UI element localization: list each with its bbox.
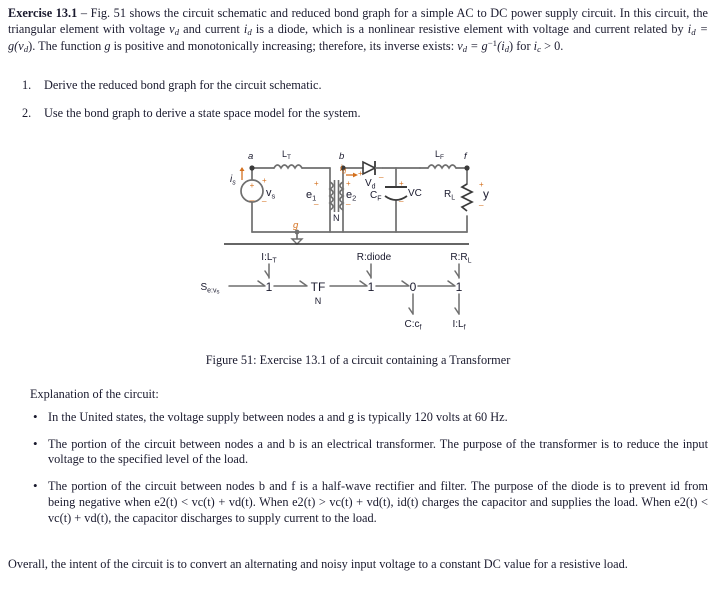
intro-text-4: is positive and monotonically increasing… [110, 39, 458, 54]
label-RL: RL [444, 189, 455, 201]
label-CF: CF [370, 190, 382, 202]
polarity-plus-y: + [479, 180, 484, 189]
label-LT: LT [282, 149, 291, 161]
label-vs: vs [266, 187, 276, 201]
inductor-LT-coil [273, 164, 303, 170]
bondgraph-half-arrows [257, 270, 460, 315]
bondgraph-element-I-Lf: I:Lf [452, 319, 465, 331]
exercise-intro-paragraph: Exercise 13.1 – Fig. 51 shows the circui… [8, 6, 708, 56]
task-list: 1. Derive the reduced bond graph for the… [8, 78, 708, 133]
eq2-mid: = g [467, 39, 488, 54]
label-N-turns: N [333, 213, 340, 223]
exercise-label: Exercise 13.1 [8, 6, 78, 20]
polarity-minus-vs: _ [261, 193, 267, 202]
polarity-plus-e2: + [346, 179, 351, 188]
overall-summary-paragraph: Overall, the intent of the circuit is to… [8, 557, 628, 571]
bondgraph-junction-0: 0 [410, 280, 417, 294]
capacitor-symbol [384, 186, 408, 201]
node-dot-f [464, 165, 470, 171]
eq2-exponent: −1 [487, 38, 498, 49]
bondgraph-bonds [228, 263, 460, 315]
intro-text-3: is a diode, which is a nonlinear resisti… [251, 21, 688, 36]
task-number: 2. [22, 105, 32, 120]
list-item: • The portion of the circuit between nod… [30, 435, 708, 468]
bondgraph-junction-1c: 1 [456, 280, 463, 294]
bondgraph-junction-1a: 1 [266, 280, 273, 294]
polarity-plus-vs: + [262, 176, 267, 185]
node-label-g: g [293, 220, 299, 231]
circuit-and-bondgraph-svg: + _ a b f g LT LF is vs e1 e2 N id Vd CF… [200, 149, 489, 331]
polarity-minus-e2: _ [345, 196, 351, 205]
task-number: 1. [22, 78, 32, 92]
eq1-end: ). The function [28, 39, 105, 54]
inductor-LF-coil [427, 164, 457, 170]
bullet-text-united-states: In the United states, the voltage supply… [48, 410, 508, 424]
bullet-icon: • [33, 478, 38, 494]
bondgraph-element-R-diode: R:diode [357, 252, 392, 263]
bondgraph-source-label: Se:vs [200, 282, 219, 295]
label-VC: VC [408, 188, 422, 199]
bondgraph-element-C-Cf: C:cf [405, 319, 422, 331]
label-is: is [230, 174, 236, 187]
bondgraph-element-I-LT: I:LT [261, 252, 277, 264]
eq2-rest: (i [497, 39, 505, 54]
node-dot-a [249, 165, 255, 171]
source-current-arrow-icon [239, 167, 245, 180]
polarity-minus-vc: _ [398, 193, 404, 202]
source-plus-icon: + [250, 181, 255, 190]
label-LF: LF [435, 149, 444, 161]
bullet-icon: • [33, 409, 38, 424]
resistor-RL-symbol [460, 183, 474, 212]
task-text: Use the bond graph to derive a state spa… [44, 105, 361, 120]
eq2-end: > 0. [541, 39, 564, 54]
list-item: • The portion of the circuit between nod… [30, 478, 708, 526]
explanation-bullet-list: • In the United states, the voltage supp… [30, 409, 708, 537]
list-item: 2. Use the bond graph to derive a state … [8, 106, 708, 122]
document-page: Exercise 13.1 – Fig. 51 shows the circui… [0, 0, 716, 599]
bondgraph-transformer: TF [311, 280, 326, 294]
node-label-a: a [248, 151, 253, 162]
bullet-icon: • [33, 435, 38, 451]
exercise-dash: – [80, 6, 88, 20]
label-id: id [340, 163, 347, 175]
list-item: 1. Derive the reduced bond graph for the… [8, 78, 708, 94]
diode-current-arrow-icon [346, 172, 358, 178]
polarity-plus-e1: + [314, 179, 319, 188]
figure-51: + _ a b f g LT LF is vs e1 e2 N id Vd CF… [0, 140, 716, 370]
polarity-minus-y: _ [478, 197, 484, 206]
source-minus-icon: _ [248, 191, 255, 201]
label-Vd: Vd [365, 178, 376, 190]
polarity-plus-vd: + [358, 169, 363, 178]
bullet-text-transformer: The portion of the circuit between nodes… [48, 436, 708, 467]
node-label-f: f [464, 151, 468, 162]
label-output-y: y [483, 187, 489, 201]
intro-text-2: and current [179, 21, 244, 36]
bondgraph-element-R-RL: R:RL [450, 252, 471, 264]
bondgraph-transformer-modulus: N [315, 296, 322, 306]
polarity-minus-vd: _ [378, 169, 384, 178]
bondgraph-junction-1b: 1 [368, 280, 375, 294]
eq2-tail: ) for [509, 39, 534, 54]
polarity-plus-vc: + [399, 179, 404, 188]
task-text: Derive the reduced bond graph for the ci… [44, 78, 322, 92]
bullet-text-rectifier: The portion of the circuit between nodes… [48, 479, 708, 525]
polarity-minus-e1: _ [313, 196, 319, 205]
transformer-symbol [328, 180, 345, 212]
node-label-b: b [339, 151, 344, 162]
explanation-heading: Explanation of the circuit: [30, 387, 159, 401]
figure-caption: Figure 51: Exercise 13.1 of a circuit co… [205, 353, 511, 367]
list-item: • In the United states, the voltage supp… [30, 409, 708, 426]
